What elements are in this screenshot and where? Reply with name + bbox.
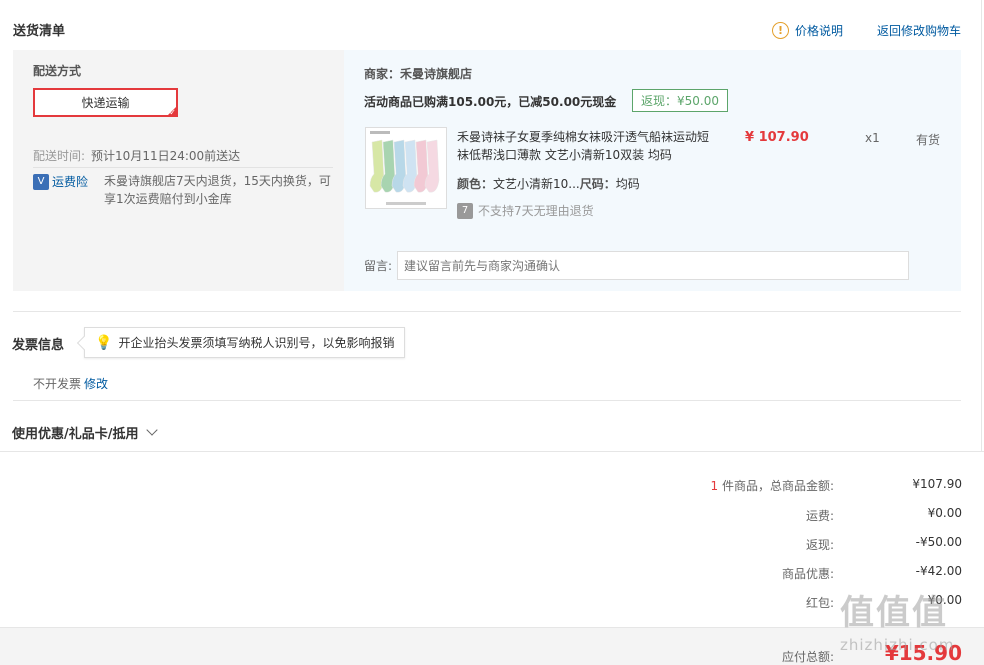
chevron-down-icon xyxy=(145,424,158,436)
socks-image xyxy=(366,128,446,208)
item-count: 1 xyxy=(710,479,719,493)
shipping-fee-value: ¥0.00 xyxy=(927,506,962,520)
items-total-label: 1 件商品，总商品金额: xyxy=(634,477,835,494)
shipping-fee-label: 运费: xyxy=(805,509,834,523)
divider xyxy=(13,311,961,312)
shipping-insurance-link[interactable]: V 运费险 xyxy=(33,173,88,190)
delivery-time-value: 预计10月11日24:00前送达 xyxy=(91,149,241,163)
shipping-method-option[interactable]: 快递运输 ✓ xyxy=(33,88,178,117)
check-icon: ✓ xyxy=(169,108,176,117)
lightbulb-icon: 💡 xyxy=(95,334,113,351)
remark-input[interactable] xyxy=(397,251,909,280)
price-note-label: 价格说明 xyxy=(795,24,844,38)
exclamation-icon: ! xyxy=(772,22,789,39)
rebate-value: -¥50.00 xyxy=(915,535,962,549)
shipping-method-label: 配送方式 xyxy=(33,64,82,78)
invoice-modify-link[interactable]: 修改 xyxy=(84,375,108,392)
product-attributes: 颜色：文艺小清新10...尺码：均码 xyxy=(457,175,640,192)
invoice-tooltip: 💡 开企业抬头发票须填写纳税人识别号，以免影响报销 xyxy=(76,327,406,358)
promo-text: 活动商品已购满105.00元，已减50.00元现金 xyxy=(364,95,617,109)
seven-day-icon: 7 xyxy=(457,202,473,219)
discount-value: -¥42.00 xyxy=(915,564,962,578)
watermark-url: zhizhizhi.com xyxy=(840,636,955,654)
shop-name: 商家：禾曼诗旗舰店 xyxy=(364,67,473,81)
no-return-notice: 7 不支持7天无理由退货 xyxy=(457,202,594,219)
items-total-text: 件商品，总商品金额: xyxy=(718,479,834,493)
insurance-label: 运费险 xyxy=(52,175,89,189)
back-to-cart-link[interactable]: 返回修改购物车 xyxy=(877,22,961,39)
shipping-panel xyxy=(13,50,344,291)
panel-border xyxy=(981,0,982,451)
rebate-label: 返现: xyxy=(805,538,834,552)
delivery-time-label: 配送时间: xyxy=(33,149,86,163)
stock-status: 有货 xyxy=(916,133,941,147)
divider xyxy=(0,451,984,452)
tooltip-arrow xyxy=(76,335,92,351)
color-value: 文艺小清新10... xyxy=(493,177,580,191)
size-label: 尺码： xyxy=(579,177,616,191)
product-image[interactable] xyxy=(365,127,447,209)
product-price: ¥ 107.90 xyxy=(745,130,809,145)
insurance-description: 禾曼诗旗舰店7天内退货，15天内换货，可享1次运费赔付到小金库 xyxy=(104,174,331,206)
color-label: 颜色： xyxy=(457,177,494,191)
invoice-tip-text: 开企业抬头发票须填写纳税人识别号，以免影响报销 xyxy=(118,336,395,350)
shipping-method-value: 快递运输 xyxy=(81,96,130,110)
rebate-badge: 返现：¥50.00 xyxy=(632,89,728,112)
remark-label: 留言: xyxy=(364,259,393,273)
discount-label: 商品优惠: xyxy=(781,567,834,581)
coupon-label: 使用优惠/礼品卡/抵用 xyxy=(12,427,139,442)
no-return-text: 不支持7天无理由退货 xyxy=(478,204,594,218)
size-value: 均码 xyxy=(615,177,640,191)
red-packet-label: 红包: xyxy=(805,596,834,610)
divider xyxy=(13,400,961,401)
total-bar xyxy=(0,627,984,665)
coupon-toggle[interactable]: 使用优惠/礼品卡/抵用 xyxy=(12,423,158,442)
product-quantity: x1 xyxy=(865,131,880,145)
delivery-time: 配送时间: 预计10月11日24:00前送达 xyxy=(33,147,240,164)
section-title: 送货清单 xyxy=(13,24,66,39)
shield-icon: V xyxy=(33,173,49,190)
price-note-link[interactable]: ! 价格说明 xyxy=(772,22,843,39)
invoice-title: 发票信息 xyxy=(12,338,65,353)
divider xyxy=(33,167,333,168)
watermark-logo: 值值值 xyxy=(840,593,948,633)
items-total-value: ¥107.90 xyxy=(912,477,962,491)
invoice-status: 不开发票 xyxy=(33,377,82,391)
total-label: 应付总额: xyxy=(781,650,834,664)
product-name[interactable]: 禾曼诗袜子女夏季纯棉女袜吸汗透气船袜运动短袜低帮浅口薄款 文艺小清新10双装 均… xyxy=(457,128,712,164)
